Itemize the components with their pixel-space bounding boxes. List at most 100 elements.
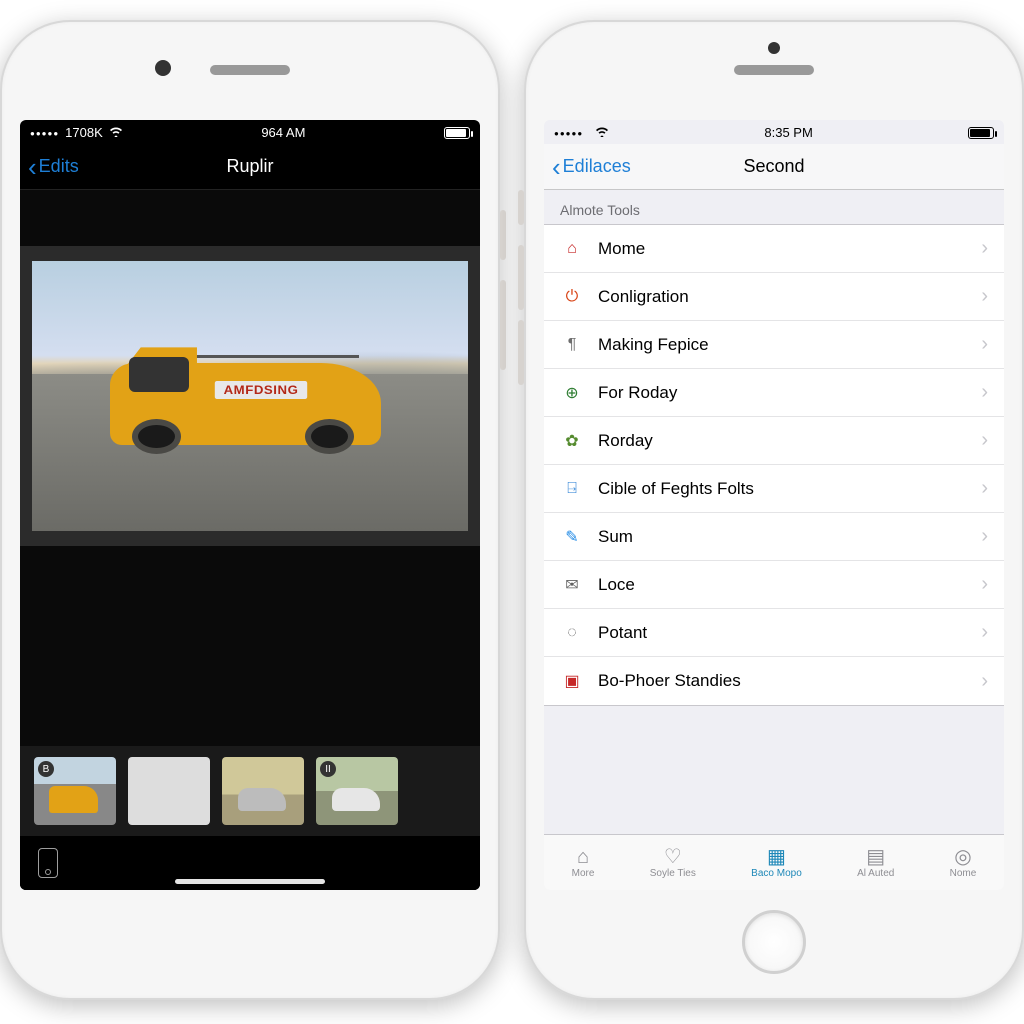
status-right [444, 125, 470, 140]
settings-list: ⌂Mome›⏻Conligration›¶Making Fepice›⊕For … [544, 224, 1004, 706]
phone-right: 8:35 PM ‹ Edilaces Second Almote Tools ⌂… [524, 20, 1024, 1000]
chevron-left-icon: ‹ [552, 154, 561, 180]
spacer [544, 706, 1004, 834]
spacer-top [20, 190, 480, 246]
standies-icon: ▣ [560, 669, 584, 693]
device-icon[interactable] [38, 848, 58, 878]
side-button [500, 280, 506, 370]
tab-soyle[interactable]: ♡Soyle Ties [650, 847, 696, 879]
bag-icon: ⍈ [560, 477, 584, 501]
wifi-icon [595, 125, 609, 140]
thumb-badge: B [38, 761, 54, 777]
nav-bar: ‹ Edits Ruplir [20, 144, 480, 190]
home-button[interactable] [742, 910, 806, 974]
speaker [210, 65, 290, 75]
tab-alauted[interactable]: ▤Al Auted [857, 847, 894, 879]
thumb-badge: II [320, 761, 336, 777]
thumbnail[interactable]: II [316, 757, 398, 825]
list-item-label: Conligration [598, 287, 981, 307]
battery-icon [444, 127, 470, 139]
photo-viewport[interactable]: AMFDSING [20, 246, 480, 546]
mail-icon: ✉ [560, 573, 584, 597]
list-item[interactable]: ⍈ Cible of Feghts Folts› [544, 465, 1004, 513]
chevron-right-icon: › [981, 621, 988, 644]
screen-right: 8:35 PM ‹ Edilaces Second Almote Tools ⌂… [544, 120, 1004, 890]
power-icon: ⏻ [560, 285, 584, 309]
speaker [734, 65, 814, 75]
tab-more-icon: ⌂ [577, 847, 589, 867]
thumbnail[interactable] [128, 757, 210, 825]
tab-label: Nome [950, 868, 977, 879]
volume-up [518, 245, 524, 310]
back-button[interactable]: ‹ Edits [28, 154, 79, 180]
side-button [500, 210, 506, 260]
list-item[interactable]: ✿Rorday› [544, 417, 1004, 465]
van-logo-text: AMFDSING [214, 381, 306, 399]
chevron-left-icon: ‹ [28, 154, 37, 180]
list-item[interactable]: ⊕ For Roday› [544, 369, 1004, 417]
tab-label: More [572, 868, 595, 879]
list-item[interactable]: ✎Sum› [544, 513, 1004, 561]
front-camera [155, 60, 171, 76]
status-bar: 1708K 964 AM [20, 120, 480, 144]
home-indicator[interactable] [175, 879, 325, 884]
chevron-right-icon: › [981, 525, 988, 548]
section-header: Almote Tools [544, 190, 1004, 224]
list-item[interactable]: ◌ Potant› [544, 609, 1004, 657]
list-item-label: For Roday [598, 383, 981, 403]
list-item[interactable]: ⏻Conligration› [544, 273, 1004, 321]
chat-icon: ◌ [560, 621, 584, 645]
list-item[interactable]: ⌂Mome› [544, 225, 1004, 273]
list-item[interactable]: ✉Loce› [544, 561, 1004, 609]
list-item[interactable]: ¶ Making Fepice› [544, 321, 1004, 369]
front-camera [768, 42, 780, 54]
list-item-label: Making Fepice [598, 335, 981, 355]
thumbnail[interactable]: B [34, 757, 116, 825]
spacer-mid [20, 546, 480, 746]
list-item-label: Sum [598, 527, 981, 547]
list-item-label: Potant [598, 623, 981, 643]
status-bar: 8:35 PM [544, 120, 1004, 144]
status-time: 8:35 PM [764, 125, 812, 140]
photo-van: AMFDSING [110, 347, 380, 444]
tab-more[interactable]: ⌂More [572, 847, 595, 879]
chevron-right-icon: › [981, 573, 988, 596]
chevron-right-icon: › [981, 429, 988, 452]
chevron-right-icon: › [981, 237, 988, 260]
tab-bar: ⌂More ♡Soyle Ties ▦Baco Mopo ▤Al Auted ◎Nome [544, 834, 1004, 890]
back-label: Edits [39, 156, 79, 177]
status-left: 1708K [30, 125, 123, 140]
volume-down [518, 320, 524, 385]
mome-icon: ⌂ [560, 237, 584, 261]
tab-alauted-icon: ▤ [866, 847, 885, 867]
editor-body: AMFDSING B II [20, 190, 480, 890]
status-right [968, 125, 994, 140]
list-item-label: Cible of Feghts Folts [598, 479, 981, 499]
phone-left: 1708K 964 AM ‹ Edits Ruplir [0, 20, 500, 1000]
making-icon: ¶ [560, 333, 584, 357]
status-time: 964 AM [261, 125, 305, 140]
chevron-right-icon: › [981, 381, 988, 404]
back-label: Edilaces [563, 156, 631, 177]
battery-icon [968, 127, 994, 139]
chevron-right-icon: › [981, 477, 988, 500]
thumbnail-strip[interactable]: B II [20, 746, 480, 836]
chevron-right-icon: › [981, 333, 988, 356]
tab-baco-icon: ▦ [767, 847, 786, 867]
tab-label: Soyle Ties [650, 868, 696, 879]
mute-switch [518, 190, 524, 225]
roday-icon: ⊕ [560, 381, 584, 405]
tab-baco[interactable]: ▦Baco Mopo [751, 847, 802, 879]
tab-label: Al Auted [857, 868, 894, 879]
tab-nome[interactable]: ◎Nome [950, 847, 977, 879]
status-left [554, 125, 609, 140]
list-item[interactable]: ▣Bo-Phoer Standies› [544, 657, 1004, 705]
tab-nome-icon: ◎ [954, 847, 971, 867]
carrier-label: 1708K [65, 125, 103, 140]
chevron-right-icon: › [981, 670, 988, 693]
thumbnail[interactable] [222, 757, 304, 825]
plant-icon: ✿ [560, 429, 584, 453]
screen-left: 1708K 964 AM ‹ Edits Ruplir [20, 120, 480, 890]
page-title: Ruplir [20, 156, 480, 177]
back-button[interactable]: ‹ Edilaces [552, 154, 631, 180]
